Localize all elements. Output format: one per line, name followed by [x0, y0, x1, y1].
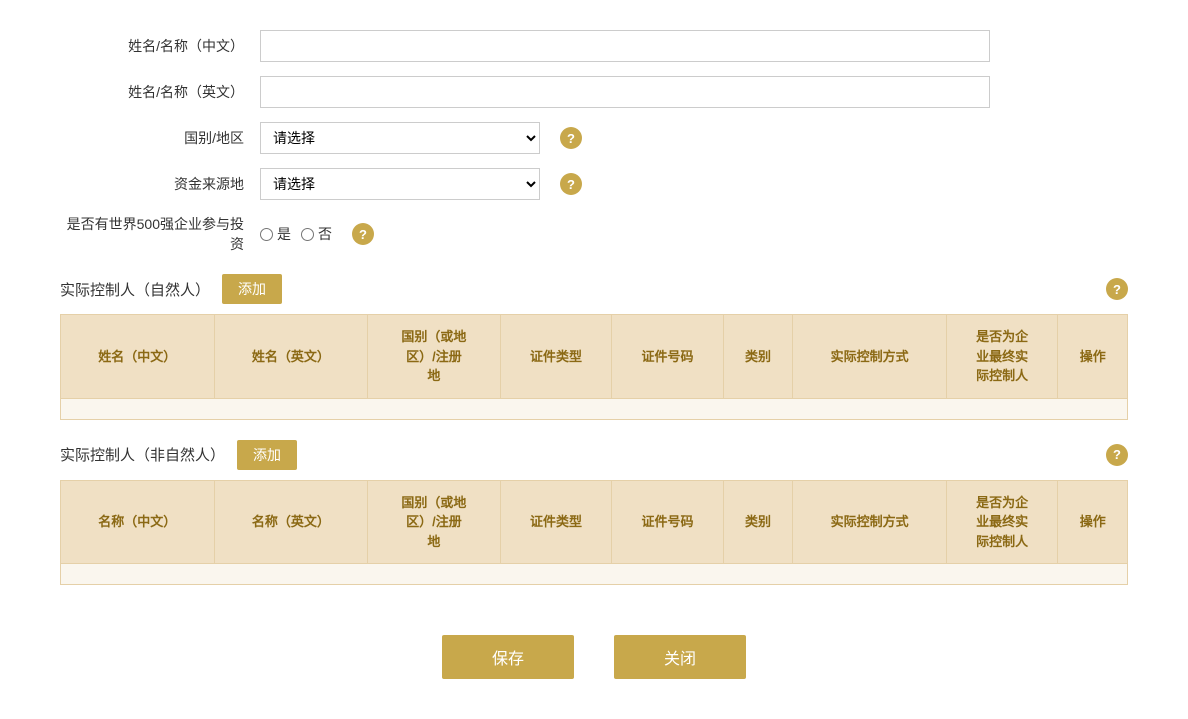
- country-help-icon[interactable]: ?: [560, 127, 582, 149]
- non-natural-person-table-header-row: 名称（中文） 名称（英文） 国别（或地区）/注册地 证件类型 证件号码 类别 实…: [61, 480, 1128, 564]
- fortune500-yes-text: 是: [277, 224, 291, 244]
- natural-person-section: 实际控制人（自然人） 添加 ? 姓名（中文） 姓名（英文） 国别（或地区）/注册…: [60, 274, 1128, 420]
- non-natural-person-help-icon[interactable]: ?: [1106, 444, 1128, 466]
- fund-source-help-icon[interactable]: ?: [560, 173, 582, 195]
- fund-source-select[interactable]: 请选择: [260, 168, 540, 200]
- page-container: 姓名/名称（中文） 姓名/名称（英文） 国别/地区 请选择 ? 资金来源地 请选…: [0, 0, 1188, 719]
- np-col-country: 国别（或地区）/注册地: [368, 315, 501, 399]
- fortune500-yes-label[interactable]: 是: [260, 224, 291, 244]
- fortune500-no-text: 否: [318, 224, 332, 244]
- nnp-col-control-method: 实际控制方式: [793, 480, 947, 564]
- bottom-actions: 保存 关闭: [60, 635, 1128, 679]
- name-en-row: 姓名/名称（英文）: [60, 76, 1128, 108]
- name-cn-label: 姓名/名称（中文）: [60, 36, 260, 56]
- nnp-col-action: 操作: [1058, 480, 1128, 564]
- fund-source-row: 资金来源地 请选择 ?: [60, 168, 1128, 200]
- non-natural-person-title: 实际控制人（非自然人）: [60, 444, 225, 465]
- nnp-col-name-cn: 名称（中文）: [61, 480, 215, 564]
- nnp-col-name-en: 名称（英文）: [214, 480, 368, 564]
- save-button[interactable]: 保存: [442, 635, 574, 679]
- name-en-label: 姓名/名称（英文）: [60, 82, 260, 102]
- fund-source-label: 资金来源地: [60, 174, 260, 194]
- fortune500-no-radio[interactable]: [301, 228, 314, 241]
- name-cn-row: 姓名/名称（中文）: [60, 30, 1128, 62]
- nnp-col-country: 国别（或地区）/注册地: [368, 480, 501, 564]
- natural-person-help-icon[interactable]: ?: [1106, 278, 1128, 300]
- natural-person-table: 姓名（中文） 姓名（英文） 国别（或地区）/注册地 证件类型 证件号码 类别 实…: [60, 314, 1128, 420]
- nnp-col-final-controller: 是否为企业最终实际控制人: [946, 480, 1058, 564]
- natural-person-empty-row: [61, 398, 1128, 419]
- nnp-col-cert-type: 证件类型: [500, 480, 612, 564]
- fortune500-no-label[interactable]: 否: [301, 224, 332, 244]
- np-col-action: 操作: [1058, 315, 1128, 399]
- natural-person-header: 实际控制人（自然人） 添加 ?: [60, 274, 1128, 304]
- fortune500-help-icon[interactable]: ?: [352, 223, 374, 245]
- fortune500-label: 是否有世界500强企业参与投资: [60, 214, 260, 254]
- natural-person-table-header-row: 姓名（中文） 姓名（英文） 国别（或地区）/注册地 证件类型 证件号码 类别 实…: [61, 315, 1128, 399]
- fortune500-yes-radio[interactable]: [260, 228, 273, 241]
- np-col-cert-type: 证件类型: [500, 315, 612, 399]
- country-label: 国别/地区: [60, 128, 260, 148]
- non-natural-person-table: 名称（中文） 名称（英文） 国别（或地区）/注册地 证件类型 证件号码 类别 实…: [60, 480, 1128, 586]
- nnp-col-category: 类别: [723, 480, 793, 564]
- np-col-category: 类别: [723, 315, 793, 399]
- country-select[interactable]: 请选择: [260, 122, 540, 154]
- natural-person-title: 实际控制人（自然人）: [60, 279, 210, 300]
- np-col-control-method: 实际控制方式: [793, 315, 947, 399]
- fortune500-row: 是否有世界500强企业参与投资 是 否 ?: [60, 214, 1128, 254]
- name-en-input[interactable]: [260, 76, 990, 108]
- close-button[interactable]: 关闭: [614, 635, 746, 679]
- natural-person-add-btn[interactable]: 添加: [222, 274, 282, 304]
- name-cn-input[interactable]: [260, 30, 990, 62]
- non-natural-person-section: 实际控制人（非自然人） 添加 ? 名称（中文） 名称（英文） 国别（或地区）/注…: [60, 440, 1128, 586]
- nnp-col-cert-no: 证件号码: [612, 480, 724, 564]
- fortune500-radio-group: 是 否: [260, 224, 332, 244]
- form-section: 姓名/名称（中文） 姓名/名称（英文） 国别/地区 请选择 ? 资金来源地 请选…: [60, 30, 1128, 254]
- np-col-name-cn: 姓名（中文）: [61, 315, 215, 399]
- non-natural-person-empty-row: [61, 564, 1128, 585]
- np-col-final-controller: 是否为企业最终实际控制人: [946, 315, 1058, 399]
- np-col-name-en: 姓名（英文）: [214, 315, 368, 399]
- non-natural-person-add-btn[interactable]: 添加: [237, 440, 297, 470]
- non-natural-person-header: 实际控制人（非自然人） 添加 ?: [60, 440, 1128, 470]
- np-col-cert-no: 证件号码: [612, 315, 724, 399]
- country-row: 国别/地区 请选择 ?: [60, 122, 1128, 154]
